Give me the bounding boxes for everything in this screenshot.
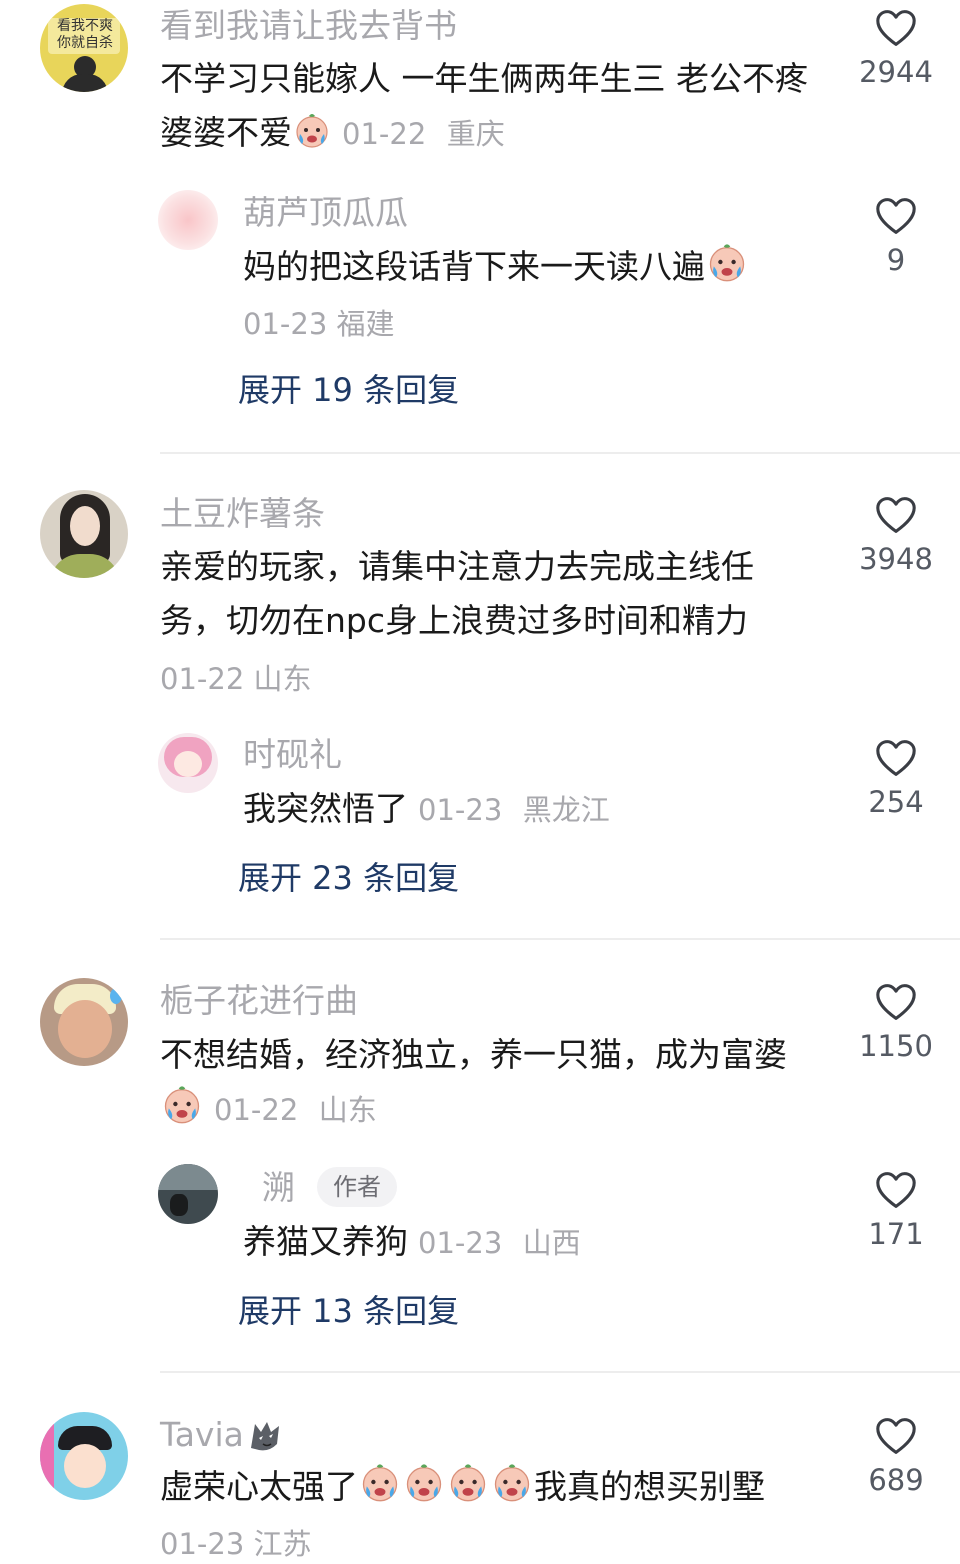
avatar[interactable]: [40, 1412, 128, 1500]
crying-emoji-icon: [160, 1082, 204, 1126]
reply-avatar[interactable]: [158, 733, 218, 793]
crying-emoji-icon: [705, 240, 749, 284]
comment-location: 山东: [318, 1093, 377, 1127]
reply-date: 01-23: [243, 307, 328, 341]
crying-emoji-icon: [490, 1460, 534, 1504]
expand-replies-link[interactable]: 展开 13 条回复: [238, 1289, 459, 1333]
like-count: 689: [868, 1463, 924, 1497]
reply-text: 妈的把这段话背下来一天读八遍: [243, 240, 823, 294]
avatar-caption: 你就自杀: [57, 35, 113, 51]
heart-outline-icon: [874, 1416, 918, 1456]
comment-location: 山东: [253, 662, 312, 696]
heart-outline-icon: [874, 495, 918, 535]
heart-outline-icon: [874, 982, 918, 1022]
reply-location: 黑龙江: [522, 793, 610, 827]
reply-date: 01-23: [418, 793, 503, 827]
reply-location: 福建: [336, 307, 395, 341]
comment-username-text: Tavia: [160, 1415, 244, 1454]
avatar[interactable]: [40, 490, 128, 578]
avatar[interactable]: [40, 978, 128, 1066]
divider: [160, 452, 960, 454]
crying-emoji-icon: [402, 1460, 446, 1504]
like-button[interactable]: 2944: [841, 8, 951, 90]
avatar[interactable]: 看我不爽 你就自杀: [40, 4, 128, 92]
comment-date: 01-22: [214, 1093, 299, 1127]
like-button[interactable]: 3948: [841, 495, 951, 577]
comment-location: 江苏: [253, 1527, 312, 1561]
crying-emoji-icon: [446, 1460, 490, 1504]
like-count: 1150: [859, 1029, 933, 1063]
comment-username[interactable]: Tavia: [160, 1414, 286, 1455]
divider: [160, 938, 960, 940]
like-count: 9: [886, 243, 906, 277]
comment-meta: 01-22 山东: [160, 659, 312, 699]
like-count: 2944: [859, 55, 933, 89]
like-button[interactable]: 689: [841, 1416, 951, 1498]
comment-text: 不学习只能嫁人 一年生俩两年生三 老公不疼婆婆不爱 01-22 重庆: [160, 52, 820, 161]
heart-outline-icon: [874, 1170, 918, 1210]
comment-text: 不想结婚，经济独立，养一只猫，成为富婆 01-22 山东: [160, 1028, 840, 1137]
reply-location: 山西: [522, 1226, 581, 1260]
like-count: 171: [868, 1217, 924, 1251]
comment-date: 01-22: [342, 117, 427, 151]
reply-body: 妈的把这段话背下来一天读八遍: [243, 247, 705, 286]
comment-username[interactable]: 栀子花进行曲: [160, 981, 358, 1021]
comment-date: 01-23: [160, 1527, 245, 1561]
avatar-caption: 看我不爽: [57, 18, 113, 34]
like-button[interactable]: 1150: [841, 982, 951, 1064]
reply-text: 我突然悟了 01-23 黑龙江: [243, 782, 823, 837]
wolf-icon: [244, 1414, 286, 1454]
comment-text: 亲爱的玩家，请集中注意力去完成主线任务，切勿在npc身上浪费过多时间和精力: [160, 547, 754, 640]
comment-body-b: 我真的想买别墅: [534, 1467, 765, 1506]
comment-username[interactable]: 土豆炸薯条: [160, 494, 325, 534]
like-button[interactable]: 171: [841, 1170, 951, 1252]
reply-username-text: 溯: [262, 1168, 295, 1207]
expand-replies-link[interactable]: 展开 23 条回复: [238, 856, 459, 900]
expand-replies-link[interactable]: 展开 19 条回复: [238, 368, 459, 412]
comment-location: 重庆: [446, 117, 505, 151]
crying-emoji-icon: [292, 110, 332, 150]
reply-text: 养猫又养狗 01-23 山西: [243, 1215, 823, 1270]
crying-emoji-icon: [358, 1460, 402, 1504]
comment-date: 01-22: [160, 662, 245, 696]
heart-outline-icon: [874, 738, 918, 778]
divider: [160, 1371, 960, 1373]
comment-body-a: 虚荣心太强了: [160, 1467, 358, 1506]
reply-username[interactable]: 时砚礼: [243, 735, 342, 775]
reply-body: 我突然悟了: [243, 789, 408, 828]
like-count: 254: [868, 785, 924, 819]
reply-username[interactable]: 溯作者: [262, 1167, 397, 1208]
reply-username[interactable]: 葫芦顶瓜瓜: [243, 193, 408, 233]
heart-outline-icon: [874, 8, 918, 48]
comment-meta: 01-23 江苏: [160, 1524, 312, 1564]
comment-body: 不想结婚，经济独立，养一只猫，成为富婆: [160, 1035, 787, 1074]
reply-avatar[interactable]: [158, 1164, 218, 1224]
reply-avatar[interactable]: [158, 190, 218, 250]
comment-text: 虚荣心太强了 我真的想买别墅: [160, 1460, 840, 1514]
reply-body: 养猫又养狗: [243, 1222, 408, 1261]
reply-date: 01-23: [418, 1226, 503, 1260]
heart-outline-icon: [874, 196, 918, 236]
reply-meta: 01-23 福建: [243, 304, 395, 344]
author-badge: 作者: [317, 1167, 397, 1207]
comment-username[interactable]: 看到我请让我去背书: [160, 6, 457, 46]
like-count: 3948: [859, 542, 933, 576]
like-button[interactable]: 9: [841, 196, 951, 278]
like-button[interactable]: 254: [841, 738, 951, 820]
